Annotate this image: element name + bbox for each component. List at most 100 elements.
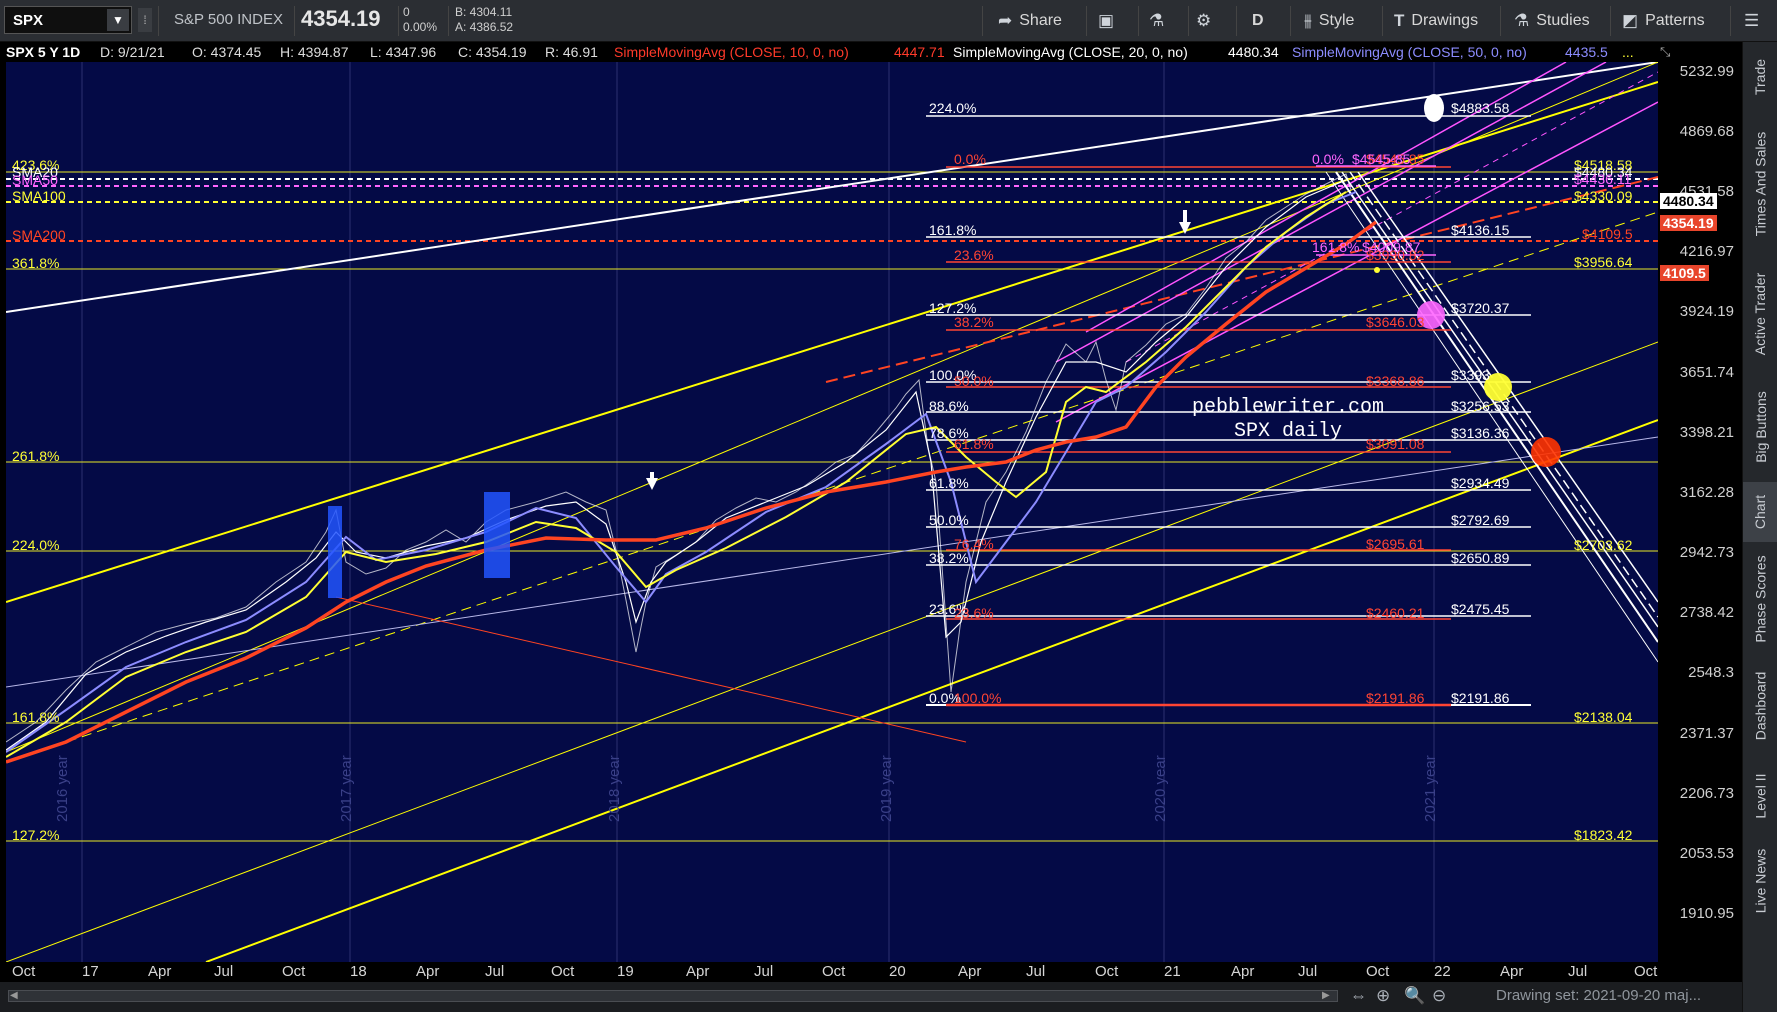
fib-white-level: 161.8% bbox=[929, 222, 977, 238]
toolbar-divider bbox=[158, 6, 159, 36]
time-scrollbar[interactable] bbox=[8, 990, 1338, 1002]
rail-tab-level-ii[interactable]: Level II bbox=[1743, 758, 1777, 834]
year-label: 2018 year bbox=[606, 755, 623, 822]
fib-red-level: 100.0% bbox=[954, 690, 1002, 706]
rail-tab-trade[interactable]: Trade bbox=[1743, 42, 1777, 112]
zoom-out-icon[interactable]: ⊖ bbox=[1432, 986, 1446, 1006]
snapshot-button[interactable]: ▣ bbox=[1098, 0, 1114, 42]
rail-tab-times-and-sales[interactable]: Times And Sales bbox=[1743, 114, 1777, 254]
fib-red-level: 50.0% bbox=[954, 373, 994, 389]
fib-white-price: $3393 bbox=[1451, 367, 1490, 383]
toolbar-divider bbox=[448, 6, 449, 36]
patterns-button[interactable]: ◩ Patterns bbox=[1622, 0, 1705, 42]
chart-header[interactable]: SPX 5 Y 1D bbox=[6, 44, 80, 60]
fib-white-level: 38.2% bbox=[929, 550, 969, 566]
fib-white-price: $3136.36 bbox=[1451, 425, 1510, 441]
sma200-price-tag: 4109.5 bbox=[1660, 265, 1709, 281]
right-sidebar: Trade Times And Sales Active Trader Big … bbox=[1742, 42, 1777, 1012]
sma50-study-label[interactable]: SimpleMovingAvg (CLOSE, 50, 0, no) bbox=[1292, 44, 1527, 60]
level-label: $4330.09 bbox=[1574, 188, 1633, 204]
last-price-tag: 4354.19 bbox=[1660, 215, 1717, 231]
link-icon[interactable]: ⁞ bbox=[138, 8, 152, 32]
fib-red-level: 61.8% bbox=[954, 436, 994, 452]
zoom-icon[interactable]: 🔍 bbox=[1404, 986, 1425, 1006]
rail-tab-label: Trade bbox=[1752, 58, 1769, 96]
rail-tab-active-trader[interactable]: Active Trader bbox=[1743, 256, 1777, 372]
bar-low: L: 4347.96 bbox=[370, 44, 437, 60]
fib-label-161: 161.8% bbox=[12, 709, 60, 725]
sma20-price-tag: 4480.34 bbox=[1660, 193, 1717, 209]
drawing-set-label[interactable]: Drawing set: 2021-09-20 maj... bbox=[1496, 987, 1701, 1004]
fib-red-price: $3646.03 bbox=[1366, 314, 1425, 330]
fib-pink-level: 161.8% bbox=[1312, 239, 1360, 255]
chart-canvas[interactable] bbox=[6, 62, 1658, 962]
toolbar-divider bbox=[1290, 6, 1291, 36]
price-axis[interactable]: 5232.99 4869.68 4531.58 4216.97 3924.19 … bbox=[1658, 62, 1742, 962]
rail-tab-label: Chart bbox=[1752, 494, 1769, 530]
text-tool-icon: T bbox=[1394, 11, 1405, 30]
time-tick: Jul bbox=[1568, 963, 1588, 980]
time-tick: Apr bbox=[148, 963, 172, 980]
rail-tab-dashboard[interactable]: Dashboard bbox=[1743, 656, 1777, 756]
toolbar-divider bbox=[1382, 6, 1383, 36]
period-button[interactable]: D bbox=[1252, 0, 1264, 42]
time-tick: Jul bbox=[214, 963, 234, 980]
symbol-dropdown-icon[interactable]: ▼ bbox=[107, 9, 129, 31]
sma200-label: SMA200 bbox=[12, 227, 66, 243]
lab-button[interactable]: ⚗ bbox=[1149, 0, 1164, 42]
symbol-input[interactable]: SPX ▼ bbox=[4, 6, 132, 34]
time-tick: Oct bbox=[551, 963, 575, 980]
drawings-button[interactable]: T Drawings bbox=[1394, 0, 1478, 42]
rail-tab-live-news[interactable]: Live News bbox=[1743, 836, 1777, 926]
share-icon: ➦ bbox=[998, 11, 1013, 30]
patterns-label: Patterns bbox=[1645, 12, 1705, 29]
rail-tab-label: Times And Sales bbox=[1752, 131, 1769, 237]
menu-button[interactable]: ☰ bbox=[1744, 0, 1759, 42]
scroll-right-icon[interactable]: ▶ bbox=[1322, 990, 1330, 1001]
flask-icon: ⚗ bbox=[1514, 11, 1530, 30]
rail-tab-label: Big Buttons bbox=[1752, 391, 1769, 463]
price-tick: 2942.73 bbox=[1679, 544, 1734, 561]
settings-button[interactable]: ⚙ bbox=[1196, 0, 1211, 42]
level-label: $4436.11 bbox=[1574, 171, 1632, 187]
marker-white bbox=[1424, 94, 1444, 122]
fib-label-224: 224.0% bbox=[12, 537, 60, 553]
time-tick: Apr bbox=[686, 963, 710, 980]
toolbar-divider bbox=[1086, 6, 1087, 36]
expand-icon[interactable]: ⤡ bbox=[1660, 44, 1670, 60]
fib-red-price: $2460.21 bbox=[1366, 605, 1425, 621]
sma20-study-value: 4480.34 bbox=[1228, 44, 1279, 60]
scroll-left-icon[interactable]: ◀ bbox=[10, 990, 18, 1001]
rail-tab-chart[interactable]: Chart bbox=[1743, 482, 1777, 542]
camera-icon: ▣ bbox=[1098, 11, 1115, 30]
fib-red-price: $3368.86 bbox=[1366, 373, 1425, 389]
price-tick: 3162.28 bbox=[1679, 484, 1734, 501]
price-chart[interactable]: 2016 year 2017 year 2018 year 2019 year … bbox=[6, 62, 1658, 962]
pattern-icon: ◩ bbox=[1622, 11, 1639, 30]
style-button[interactable]: ⫵ Style bbox=[1304, 0, 1354, 42]
share-button[interactable]: ➦ Share bbox=[998, 0, 1062, 42]
sma20-study-label[interactable]: SimpleMovingAvg (CLOSE, 20, 0, no) bbox=[953, 44, 1188, 60]
bar-high: H: 4394.87 bbox=[280, 44, 349, 60]
time-tick: Jul bbox=[485, 963, 505, 980]
year-label: 2016 year bbox=[54, 755, 71, 822]
rail-tab-phase-scores[interactable]: Phase Scores bbox=[1743, 544, 1777, 654]
more-studies[interactable]: ... bbox=[1622, 44, 1634, 60]
flask-icon: ⚗ bbox=[1149, 11, 1165, 30]
time-axis[interactable]: Oct 17 Apr Jul Oct 18 Apr Jul Oct 19 Apr… bbox=[6, 962, 1658, 982]
year-label: 2017 year bbox=[338, 755, 355, 822]
sma50-label: SMA50 bbox=[12, 172, 58, 188]
expand-time-icon[interactable]: ⇔ bbox=[1350, 986, 1367, 1006]
rail-tab-label: Dashboard bbox=[1752, 671, 1769, 741]
fib-white-price: $2650.89 bbox=[1451, 550, 1510, 566]
time-tick: Apr bbox=[416, 963, 440, 980]
candlestick-icon: ⫵ bbox=[1304, 11, 1312, 30]
crosshair-icon[interactable]: ⊕ bbox=[1376, 986, 1390, 1006]
studies-button[interactable]: ⚗ Studies bbox=[1514, 0, 1590, 42]
sma10-study-label[interactable]: SimpleMovingAvg (CLOSE, 10, 0, no) bbox=[614, 44, 849, 60]
bar-date: D: 9/21/21 bbox=[100, 44, 165, 60]
time-tick: Apr bbox=[1500, 963, 1524, 980]
time-tick: 19 bbox=[617, 963, 634, 980]
year-label: 2021 year bbox=[1422, 755, 1439, 822]
rail-tab-big-buttons[interactable]: Big Buttons bbox=[1743, 374, 1777, 480]
